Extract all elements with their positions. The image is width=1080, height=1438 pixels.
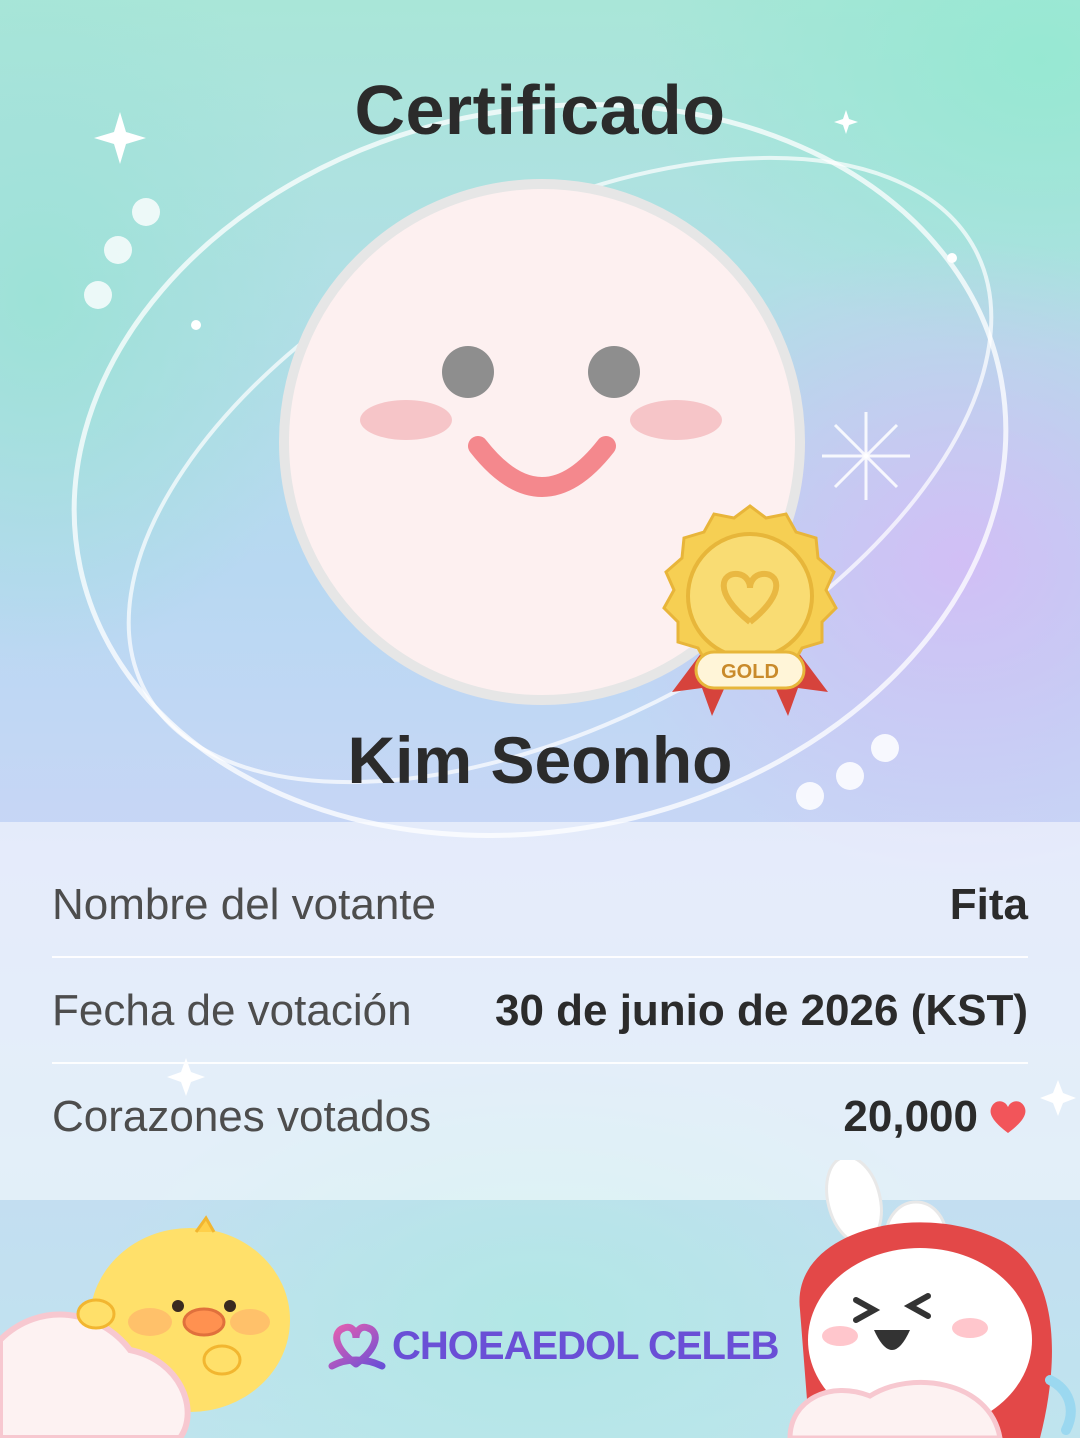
certificate-card: Certificado GOLD Kim Seonho Nombre del v… — [0, 0, 1080, 1438]
avatar-eye-left — [442, 346, 494, 398]
date-row: Fecha de votación 30 de junio de 2026 (K… — [52, 958, 1028, 1064]
hearts-label: Corazones votados — [52, 1092, 432, 1141]
page-title: Certificado — [354, 71, 726, 149]
hearts-value-wrap: 20,000 — [843, 1092, 1028, 1142]
date-label: Fecha de votación — [52, 986, 412, 1035]
bunny-character-icon — [787, 1160, 1076, 1438]
avatar-eye-right — [588, 346, 640, 398]
brand-logo: CHOEAEDOL CELEB — [326, 1318, 780, 1374]
date-value: 30 de junio de 2026 (KST) — [494, 986, 1028, 1035]
hearts-row: Corazones votados 20,000 — [52, 1064, 1028, 1170]
chick-character-icon — [0, 1215, 290, 1438]
celebrity-name: Kim Seonho — [347, 723, 733, 797]
brand-name: CHOEAEDOL CELEB — [392, 1323, 780, 1368]
voter-value: Fita — [949, 880, 1028, 929]
voter-label: Nombre del votante — [52, 880, 436, 929]
brand-heart-icon — [328, 1323, 386, 1370]
voter-row: Nombre del votante Fita — [52, 852, 1028, 958]
heart-icon — [990, 1101, 1026, 1133]
hearts-value: 20,000 — [843, 1092, 978, 1141]
medal-label: GOLD — [721, 661, 779, 683]
gold-medal-icon: GOLD — [662, 504, 838, 716]
